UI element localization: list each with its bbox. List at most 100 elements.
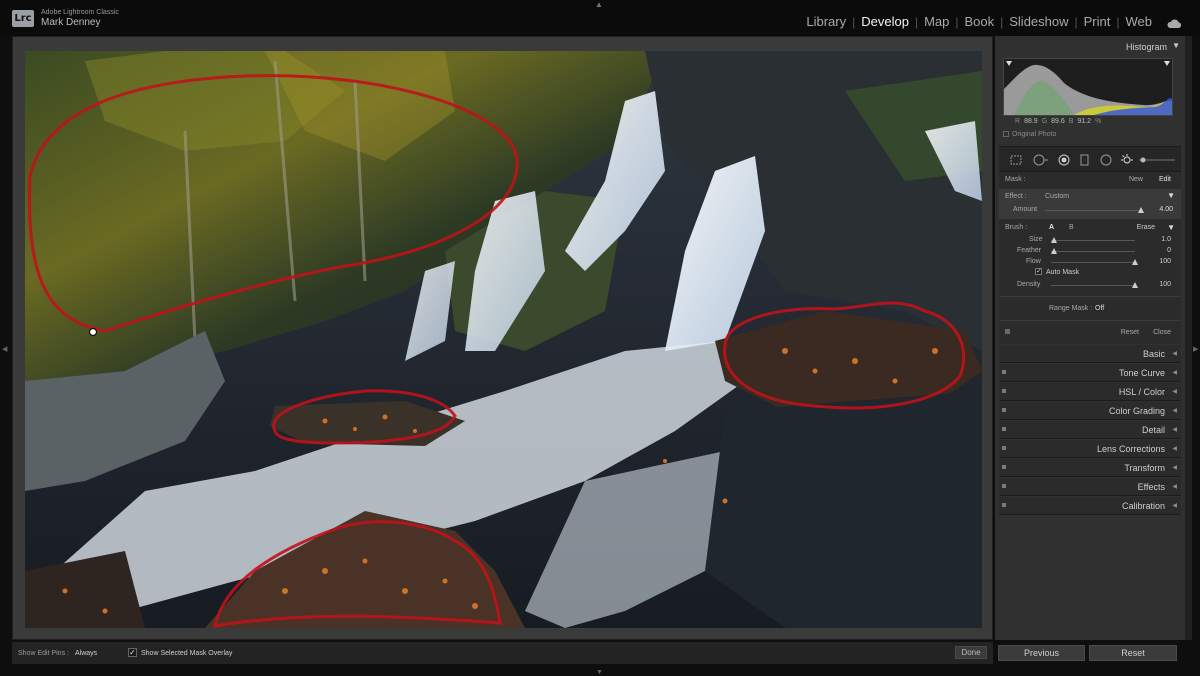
module-print[interactable]: Print [1078, 14, 1117, 29]
panel-basic[interactable]: Basic ◀ [999, 345, 1181, 363]
range-mask-label: Range Mask : [1049, 305, 1093, 312]
panel-toggle-switch[interactable] [1002, 389, 1006, 393]
expand-icon: ◀ [1172, 465, 1177, 471]
expand-icon: ◀ [1172, 484, 1177, 490]
amount-label: Amount [1013, 206, 1038, 213]
feather-value[interactable]: 0 [1167, 247, 1171, 254]
module-map[interactable]: Map [918, 14, 955, 29]
photo-workspace [12, 36, 993, 640]
effect-preset-dropdown[interactable]: Custom [1045, 193, 1069, 200]
panel-toggle-switch[interactable] [1002, 446, 1006, 450]
filmstrip-toggle-icon[interactable]: ▼ [596, 669, 603, 676]
density-slider[interactable] [1051, 282, 1138, 288]
previous-button[interactable]: Previous [998, 645, 1085, 661]
top-panel-toggle-icon[interactable]: ▲ [595, 0, 603, 9]
photo-canvas[interactable] [25, 51, 982, 628]
original-photo-checkbox[interactable] [1003, 131, 1009, 137]
size-slider[interactable] [1051, 237, 1135, 243]
amount-slider[interactable] [1045, 207, 1144, 213]
panel-toggle-switch[interactable] [1002, 427, 1006, 431]
app-name: Adobe Lightroom Classic [41, 9, 119, 16]
graduated-filter-icon[interactable] [1079, 154, 1091, 166]
panel-detail[interactable]: Detail ◀ [999, 421, 1181, 439]
panel-transform[interactable]: Transform ◀ [999, 459, 1181, 477]
density-value[interactable]: 100 [1159, 281, 1171, 288]
panel-effects[interactable]: Effects ◀ [999, 478, 1181, 496]
histogram [1003, 58, 1173, 116]
brush-label: Brush : [1005, 224, 1028, 231]
show-edit-pins-label: Show Edit Pins : [18, 650, 69, 657]
brush-mask-icon[interactable] [1121, 154, 1135, 166]
flow-label: Flow [1026, 258, 1041, 265]
brush-size-slider[interactable] [1139, 154, 1177, 166]
brush-a-button[interactable]: A [1049, 224, 1054, 231]
mask-pin-icon [88, 327, 98, 337]
expand-icon: ◀ [1172, 427, 1177, 433]
left-panel-toggle-icon[interactable]: ◀ [2, 345, 7, 353]
module-book[interactable]: Book [958, 14, 1000, 29]
module-slideshow[interactable]: Slideshow [1003, 14, 1074, 29]
feather-slider[interactable] [1051, 248, 1135, 254]
radial-filter-icon[interactable] [1099, 154, 1113, 166]
mask-toggle-switch[interactable] [1005, 329, 1010, 334]
crop-icon[interactable] [1009, 154, 1023, 166]
flow-value[interactable]: 100 [1159, 258, 1171, 265]
lightroom-logo: Lrc [12, 10, 34, 27]
tool-strip [999, 146, 1181, 172]
panel-hsl-color[interactable]: HSL / Color ◀ [999, 383, 1181, 401]
effect-collapse-icon[interactable]: ▼ [1167, 191, 1175, 200]
panel-tone-curve[interactable]: Tone Curve ◀ [999, 364, 1181, 382]
show-edit-pins-dropdown[interactable]: Always [75, 650, 97, 657]
mask-new-button[interactable]: New [1129, 176, 1143, 183]
panel-toggle-switch[interactable] [1002, 503, 1006, 507]
histogram-graph [1004, 61, 1172, 115]
user-name: Mark Denney [41, 17, 101, 28]
reset-button[interactable]: Reset [1089, 645, 1177, 661]
mask-reset-button[interactable]: Reset [1121, 329, 1139, 336]
auto-mask-checkbox[interactable]: ✓ [1035, 268, 1042, 275]
toolbar: Show Edit Pins : Always ✓ Show Selected … [12, 642, 993, 664]
size-value[interactable]: 1.0 [1161, 236, 1171, 243]
right-panel-scrollbar[interactable] [1185, 36, 1192, 640]
panel-calibration[interactable]: Calibration ◀ [999, 497, 1181, 515]
panel-toggle-switch[interactable] [1002, 465, 1006, 469]
panel-toggle-switch[interactable] [1002, 484, 1006, 488]
right-panel: Histogram ▼ R 88.9 G 89.6 B 91.2 % Original… [995, 36, 1185, 640]
auto-mask-label: Auto Mask [1046, 269, 1080, 276]
expand-icon: ◀ [1172, 370, 1177, 376]
mask-close-button[interactable]: Close [1153, 329, 1171, 336]
original-photo-toggle[interactable]: Original Photo [1003, 131, 1056, 138]
panel-toggle-switch[interactable] [1002, 370, 1006, 374]
expand-icon: ◀ [1172, 389, 1177, 395]
mask-edit-button[interactable]: Edit [1159, 176, 1171, 183]
range-mask-dropdown[interactable]: Off [1095, 305, 1104, 312]
cloud-icon[interactable] [1166, 17, 1182, 28]
module-web[interactable]: Web [1120, 14, 1159, 29]
amount-value[interactable]: 4.00 [1159, 206, 1173, 213]
red-eye-icon[interactable] [1057, 154, 1071, 166]
module-picker: Library | Develop | Map | Book | Slideshow | … [800, 14, 1182, 29]
size-label: Size [1029, 236, 1043, 243]
histogram-title: Histogram [1125, 42, 1167, 52]
flow-slider[interactable] [1051, 259, 1138, 265]
density-label: Density [1017, 281, 1041, 288]
module-library[interactable]: Library [800, 14, 852, 29]
show-mask-overlay-checkbox[interactable]: ✓ [128, 648, 137, 657]
panel-lens-corrections[interactable]: Lens Corrections ◀ [999, 440, 1181, 458]
brush-erase-button[interactable]: Erase [1137, 224, 1155, 231]
brush-b-button[interactable]: B [1069, 224, 1074, 231]
brush-collapse-icon[interactable]: ▼ [1167, 223, 1175, 232]
collapse-icon[interactable]: ▼ [1172, 41, 1180, 50]
panel-toggle-switch[interactable] [1002, 408, 1006, 412]
histogram-readout: R 88.9 G 89.6 B 91.2 % [1015, 118, 1102, 125]
spot-removal-icon[interactable] [1033, 154, 1049, 166]
expand-icon: ◀ [1172, 503, 1177, 509]
expand-icon: ◀ [1172, 408, 1177, 414]
module-develop[interactable]: Develop [855, 14, 915, 29]
histogram-header[interactable]: Histogram ▼ [995, 36, 1185, 56]
adjustment-brush-panel: Mask : New Edit Effect : Custom ▼ Amount… [999, 172, 1181, 344]
effect-label: Effect : [1005, 193, 1027, 200]
right-panel-toggle-icon[interactable]: ▶ [1193, 345, 1198, 353]
done-button[interactable]: Done [955, 646, 987, 659]
panel-color-grading[interactable]: Color Grading ◀ [999, 402, 1181, 420]
